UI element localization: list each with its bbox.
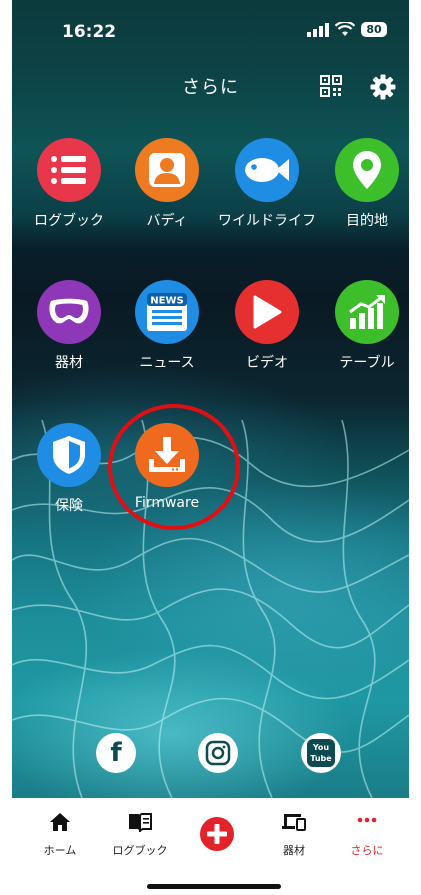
instagram-icon — [205, 740, 231, 766]
app-video[interactable]: ビデオ — [217, 280, 317, 372]
app-buddy[interactable]: バディ — [117, 138, 217, 230]
qr-code-icon[interactable] — [320, 75, 342, 97]
home-icon — [50, 813, 70, 831]
fish-icon — [245, 158, 289, 182]
app-icon-bg — [335, 280, 399, 344]
app-label: 保険 — [55, 498, 83, 514]
tab-logbook[interactable]: ログブック — [105, 812, 175, 858]
devices-icon — [282, 814, 306, 831]
app-icon-bg — [37, 423, 101, 487]
tab-equipment-label: 器材 — [283, 844, 305, 857]
phone-screen: 16:22 80 さらに ログブック バディ ワイルドライフ 目的地 器材 NE… — [12, 0, 409, 895]
location-pin-icon — [353, 151, 381, 189]
app-label: テーブル — [339, 355, 395, 371]
app-icon-bg — [135, 138, 199, 202]
youtube-text-bottom: Tube — [310, 754, 332, 763]
app-label: ワイルドライフ — [218, 213, 316, 229]
app-icon-bg — [235, 280, 299, 344]
youtube-button[interactable]: You Tube — [301, 733, 341, 773]
settings-gear-icon[interactable] — [370, 74, 396, 100]
home-indicator — [147, 884, 281, 889]
app-destination[interactable]: 目的地 — [317, 138, 409, 230]
app-icon-bg — [335, 138, 399, 202]
play-icon — [253, 295, 282, 329]
facebook-icon: f — [110, 738, 122, 768]
app-logbook[interactable]: ログブック — [19, 138, 119, 230]
instagram-button[interactable] — [198, 733, 238, 773]
plus-icon — [200, 817, 234, 851]
tab-more[interactable]: さらに — [332, 812, 402, 858]
tab-logbook-label: ログブック — [112, 844, 168, 857]
ocean-background — [12, 0, 409, 798]
status-icons: 80 — [307, 22, 387, 37]
app-insurance[interactable]: 保険 — [19, 423, 119, 515]
facebook-button[interactable]: f — [96, 733, 136, 773]
news-badge-text: NEWS — [150, 296, 183, 307]
shield-icon — [53, 436, 85, 474]
status-bar: 16:22 80 — [12, 0, 409, 60]
page-title: さらに — [182, 77, 239, 98]
app-news[interactable]: NEWS ニュース — [117, 280, 217, 372]
tab-equipment[interactable]: 器材 — [259, 812, 329, 858]
app-label: ログブック — [34, 213, 104, 229]
more-dots-icon — [357, 817, 377, 823]
signal-icon — [307, 22, 329, 37]
app-label: ニュース — [139, 355, 195, 371]
highlight-circle — [108, 404, 240, 530]
app-equipment[interactable]: 器材 — [19, 280, 119, 372]
buddy-icon — [149, 153, 185, 187]
tab-home[interactable]: ホーム — [25, 812, 95, 858]
app-icon-bg — [37, 138, 101, 202]
app-wildlife[interactable]: ワイルドライフ — [217, 138, 317, 230]
app-icon-bg: NEWS — [135, 280, 199, 344]
app-table[interactable]: テーブル — [317, 280, 409, 372]
tab-more-label: さらに — [350, 844, 384, 857]
book-icon — [129, 813, 152, 834]
bottom-tab-bar: ホーム ログブック 器材 さらに — [12, 798, 409, 895]
app-label: バディ — [146, 213, 188, 229]
add-dive-button[interactable] — [182, 816, 252, 856]
chart-icon — [349, 295, 385, 329]
app-icon-bg — [235, 138, 299, 202]
wifi-icon — [335, 22, 355, 36]
app-label: ビデオ — [246, 355, 288, 371]
list-icon — [51, 156, 86, 184]
tab-home-label: ホーム — [43, 844, 77, 857]
app-icon-bg — [37, 280, 101, 344]
app-label: 器材 — [55, 355, 83, 371]
battery-icon: 80 — [361, 22, 387, 37]
youtube-text-top: You — [312, 743, 330, 752]
app-label: 目的地 — [346, 213, 388, 229]
news-icon: NEWS — [147, 293, 187, 331]
status-time: 16:22 — [62, 22, 117, 42]
youtube-icon: You Tube — [307, 739, 335, 767]
mask-icon — [49, 298, 89, 324]
